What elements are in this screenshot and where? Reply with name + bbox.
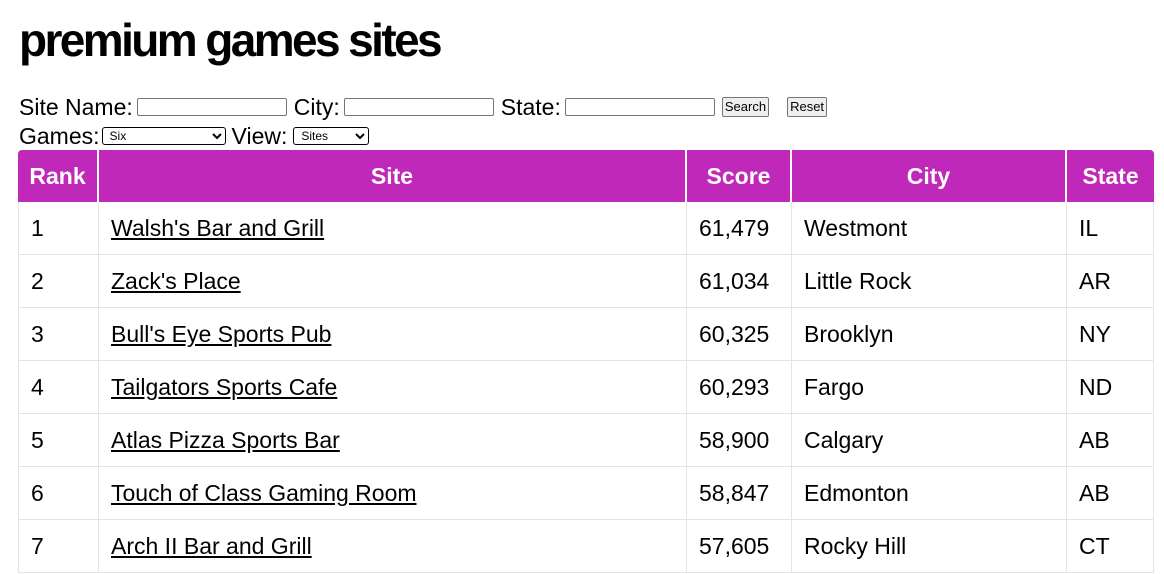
state-cell: AB (1067, 467, 1154, 520)
table-row: 3 Bull's Eye Sports Pub 60,325 Brooklyn … (18, 308, 1154, 361)
sites-table: Rank Site Score City State 1 Walsh's Bar… (18, 150, 1154, 573)
city-cell: Rocky Hill (792, 520, 1067, 573)
rank-cell: 2 (18, 255, 99, 308)
games-label: Games: (19, 122, 100, 149)
state-cell: NY (1067, 308, 1154, 361)
header-rank[interactable]: Rank (18, 150, 99, 202)
city-cell: Little Rock (792, 255, 1067, 308)
state-label: State: (500, 93, 561, 120)
site-cell: Bull's Eye Sports Pub (99, 308, 687, 361)
state-cell: AR (1067, 255, 1154, 308)
site-link[interactable]: Walsh's Bar and Grill (111, 215, 324, 241)
site-link[interactable]: Touch of Class Gaming Room (111, 480, 417, 506)
rank-cell: 1 (18, 202, 99, 255)
site-cell: Tailgators Sports Cafe (99, 361, 687, 414)
filter-form: Site Name: City: State: Search Reset Gam… (19, 92, 845, 150)
site-link[interactable]: Atlas Pizza Sports Bar (111, 427, 340, 453)
rank-cell: 5 (18, 414, 99, 467)
city-cell: Fargo (792, 361, 1067, 414)
table-row: 6 Touch of Class Gaming Room 58,847 Edmo… (18, 467, 1154, 520)
site-name-input[interactable] (136, 97, 287, 116)
table-row: 4 Tailgators Sports Cafe 60,293 Fargo ND (18, 361, 1154, 414)
rank-cell: 3 (18, 308, 99, 361)
header-city[interactable]: City (792, 150, 1067, 202)
site-cell: Zack's Place (99, 255, 687, 308)
site-cell: Arch II Bar and Grill (99, 520, 687, 573)
score-cell: 58,847 (687, 467, 792, 520)
score-cell: 58,900 (687, 414, 792, 467)
header-score[interactable]: Score (687, 150, 792, 202)
reset-button[interactable]: Reset (787, 96, 828, 117)
view-select[interactable]: Sites (293, 126, 370, 145)
score-cell: 61,479 (687, 202, 792, 255)
page: premium games sites Site Name: City: Sta… (0, 0, 1164, 574)
table-row: 1 Walsh's Bar and Grill 61,479 Westmont … (18, 202, 1154, 255)
city-cell: Edmonton (792, 467, 1067, 520)
table-row: 2 Zack's Place 61,034 Little Rock AR (18, 255, 1154, 308)
filter-row-2: Games: Six View: Sites (19, 121, 845, 150)
rank-cell: 6 (18, 467, 99, 520)
rank-cell: 7 (18, 520, 99, 573)
table-header-row: Rank Site Score City State (18, 150, 1154, 202)
city-cell: Calgary (792, 414, 1067, 467)
score-cell: 57,605 (687, 520, 792, 573)
header-state[interactable]: State (1067, 150, 1154, 202)
site-link[interactable]: Bull's Eye Sports Pub (111, 321, 331, 347)
filter-row-1: Site Name: City: State: Search Reset (19, 92, 845, 121)
state-cell: IL (1067, 202, 1154, 255)
search-button[interactable]: Search (721, 96, 770, 117)
site-link[interactable]: Zack's Place (111, 268, 241, 294)
rank-cell: 4 (18, 361, 99, 414)
state-cell: AB (1067, 414, 1154, 467)
table-row: 7 Arch II Bar and Grill 57,605 Rocky Hil… (18, 520, 1154, 573)
site-cell: Atlas Pizza Sports Bar (99, 414, 687, 467)
city-cell: Westmont (792, 202, 1067, 255)
score-cell: 60,325 (687, 308, 792, 361)
city-input[interactable] (343, 97, 494, 116)
site-name-label: Site Name: (19, 93, 133, 120)
table-row: 5 Atlas Pizza Sports Bar 58,900 Calgary … (18, 414, 1154, 467)
state-cell: CT (1067, 520, 1154, 573)
view-label: View: (231, 122, 288, 149)
site-cell: Touch of Class Gaming Room (99, 467, 687, 520)
site-link[interactable]: Tailgators Sports Cafe (111, 374, 337, 400)
site-link[interactable]: Arch II Bar and Grill (111, 533, 312, 559)
state-cell: ND (1067, 361, 1154, 414)
state-input[interactable] (564, 97, 715, 116)
city-cell: Brooklyn (792, 308, 1067, 361)
score-cell: 61,034 (687, 255, 792, 308)
score-cell: 60,293 (687, 361, 792, 414)
games-select[interactable]: Six (101, 126, 226, 145)
header-site[interactable]: Site (99, 150, 687, 202)
city-label: City: (293, 93, 340, 120)
page-title: premium games sites (19, 14, 443, 66)
site-cell: Walsh's Bar and Grill (99, 202, 687, 255)
